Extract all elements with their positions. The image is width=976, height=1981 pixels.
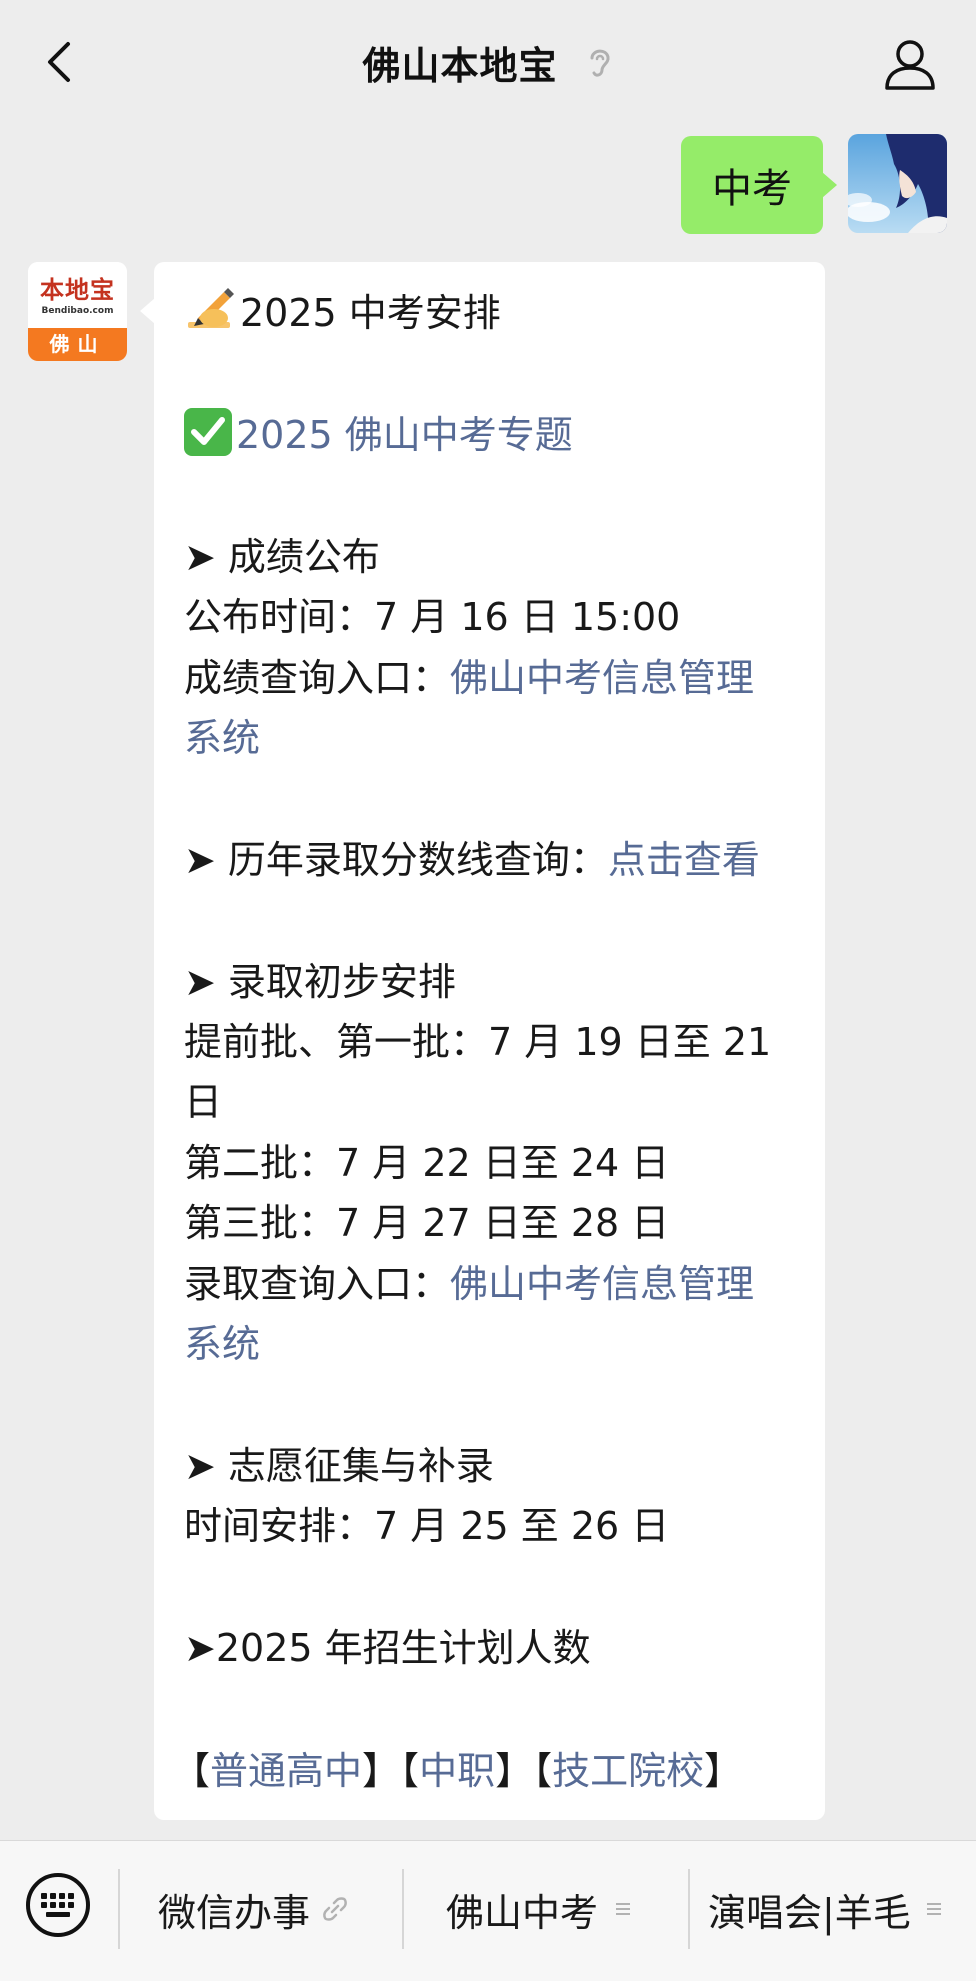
plan-link-technical[interactable]: 技工院校 <box>552 1749 704 1793</box>
batch-third: 第三批：7 月 27 日至 28 日 <box>184 1201 670 1245</box>
article-heading-line: 2025 中考安排 <box>184 283 501 343</box>
bracket-open: 【 <box>172 1749 211 1793</box>
plan-link-high-school[interactable]: 普通高中 <box>210 1749 362 1793</box>
logo-city: 佛山 <box>28 328 127 361</box>
menu-item-concert-deals[interactable]: 演唱会|羊毛 <box>708 1871 945 1947</box>
avatar-illustration <box>848 134 947 233</box>
supplement-time: 时间安排：7 月 25 至 26 日 <box>184 1504 670 1548</box>
score-query-link-cont[interactable]: 系统 <box>184 716 260 760</box>
score-query-label: 成绩查询入口： <box>184 656 451 700</box>
admission-query-link-cont-line[interactable]: 系统 <box>184 1314 260 1374</box>
admission-title: ➤ 录取初步安排 <box>184 960 456 1004</box>
divider <box>118 1869 120 1949</box>
chat-title[interactable]: 佛山本地宝 <box>362 35 557 90</box>
keyboard-icon[interactable] <box>24 1871 92 1939</box>
admission-query-label: 录取查询入口： <box>184 1262 451 1306</box>
score-query-link-cont-line[interactable]: 系统 <box>184 708 260 768</box>
writing-hand-icon <box>188 288 234 328</box>
bracket-close: 】 <box>704 1749 743 1793</box>
score-time: 公布时间：7 月 16 日 15:00 <box>184 595 681 639</box>
article-heading: 2025 中考安排 <box>240 291 501 335</box>
batch-early-cont: 日 <box>184 1080 223 1124</box>
bracket-open: 【 <box>533 1749 553 1793</box>
admission-query-line: 录取查询入口：佛山中考信息管理 <box>184 1254 754 1314</box>
divider <box>688 1869 690 1949</box>
outgoing-message-text: 中考 <box>712 166 792 212</box>
menu-item-wechat-services[interactable]: 微信办事 <box>158 1871 348 1947</box>
topic-link[interactable]: 2025 佛山中考专题 <box>236 413 573 457</box>
admission-query-link-cont[interactable]: 系统 <box>184 1322 260 1366</box>
person-icon[interactable] <box>882 36 938 92</box>
history-line: ➤ 历年录取分数线查询：点击查看 <box>184 830 760 890</box>
menu-item-label: 演唱会|羊毛 <box>708 1890 911 1935</box>
score-query-line: 成绩查询入口：佛山中考信息管理 <box>184 648 754 708</box>
user-avatar[interactable] <box>848 134 947 233</box>
admission-query-link[interactable]: 佛山中考信息管理 <box>450 1262 754 1306</box>
bracket-open: 【 <box>400 1749 420 1793</box>
bracket-close: 】 <box>495 1749 534 1793</box>
plan-links-line: 【普通高中】【中职】【技工院校】 <box>172 1741 742 1801</box>
history-link[interactable]: 点击查看 <box>608 838 760 882</box>
plan-title: ➤2025 年招生计划人数 <box>184 1626 591 1670</box>
score-query-link[interactable]: 佛山中考信息管理 <box>450 656 754 700</box>
logo-top: 本地宝 Bendibao.com <box>28 262 127 326</box>
account-avatar[interactable]: 本地宝 Bendibao.com 佛山 <box>28 262 127 361</box>
chat-header: 佛山本地宝 <box>0 0 976 124</box>
logo-brand-cn: 本地宝 <box>40 275 115 304</box>
check-mark-icon <box>184 408 232 456</box>
ear-icon <box>590 49 610 77</box>
outgoing-message-bubble[interactable]: 中考 <box>681 136 837 234</box>
batch-second: 第二批：7 月 22 日至 24 日 <box>184 1141 670 1185</box>
supplement-title: ➤ 志愿征集与补录 <box>184 1444 494 1488</box>
batch-early: 提前批、第一批：7 月 19 日至 21 <box>184 1020 772 1064</box>
topic-link-line[interactable]: 2025 佛山中考专题 <box>184 405 573 465</box>
link-icon <box>323 1897 347 1921</box>
history-label: ➤ 历年录取分数线查询： <box>184 838 608 882</box>
menu-item-label: 微信办事 <box>158 1890 311 1935</box>
plan-link-vocational[interactable]: 中职 <box>419 1749 495 1793</box>
bracket-close: 】 <box>362 1749 401 1793</box>
menu-lines-icon <box>926 1903 941 1915</box>
title-area: 佛山本地宝 <box>0 0 976 124</box>
menu-item-label: 佛山中考 <box>446 1890 599 1935</box>
bottom-menu-bar: 微信办事 佛山中考 演唱会|羊毛 <box>0 1840 976 1981</box>
score-section-title: ➤ 成绩公布 <box>184 535 380 579</box>
divider <box>402 1869 404 1949</box>
menu-lines-icon <box>616 1903 631 1915</box>
logo-brand-en: Bendibao.com <box>41 306 114 316</box>
menu-item-foshan-exam[interactable]: 佛山中考 <box>446 1871 634 1947</box>
